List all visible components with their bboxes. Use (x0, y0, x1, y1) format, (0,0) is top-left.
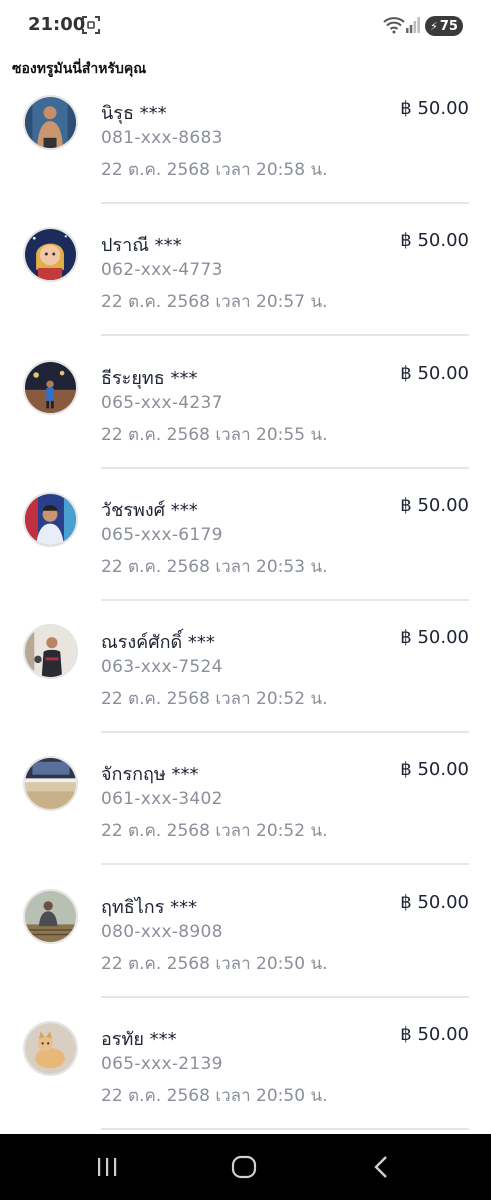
divider (101, 863, 469, 866)
sender-name: ปราณี *** (101, 235, 182, 257)
timestamp: 22 ต.ค. 2568 เวลา 20:50 น. (101, 953, 328, 974)
amount: ฿ 50.00 (400, 1024, 469, 1046)
cartoon-girl-avatar (23, 227, 78, 283)
screenshot-icon (82, 16, 100, 34)
sender-name: นิรุธ *** (101, 103, 167, 124)
amount: ฿ 50.00 (400, 759, 469, 781)
phone-number: 063-xxx-7524 (101, 657, 223, 678)
phone-number: 065-xxx-2139 (101, 1054, 223, 1075)
divider (101, 202, 469, 204)
phone-number: 061-xxx-3402 (101, 789, 223, 810)
list-item[interactable]: ธีระยุทธ *** ฿ 50.00 065-xxx-4237 22 ต.ค… (0, 349, 491, 481)
man-shirtless-avatar (23, 95, 78, 150)
back-button[interactable] (366, 1154, 396, 1180)
divider (101, 1128, 469, 1131)
phone-number: 080-xxx-8908 (101, 921, 223, 942)
timestamp: 22 ต.ค. 2568 เวลา 20:58 น. (101, 160, 328, 180)
status-bar: 21:00 ⚡ 75 (0, 0, 491, 52)
phone-number: 065-xxx-4237 (101, 392, 223, 413)
selfie-avatar (23, 491, 78, 547)
home-icon (231, 1155, 257, 1179)
sender-name: ธีระยุทธ *** (101, 367, 198, 389)
recent-apps-button[interactable] (92, 1154, 122, 1180)
section-title: ซองทรูมันนี่สำหรับคุณ (12, 61, 147, 77)
divider (101, 466, 469, 469)
amount: ฿ 50.00 (400, 230, 469, 252)
sender-name: วัชรพงศ์ *** (101, 499, 198, 521)
divider (101, 598, 469, 601)
battery-indicator: ⚡ 75 (425, 16, 463, 36)
charging-bolt-icon: ⚡ (430, 19, 438, 33)
wifi-icon (383, 17, 405, 34)
list-item[interactable]: วัชรพงศ์ *** ฿ 50.00 065-xxx-6179 22 ต.ค… (0, 481, 491, 613)
signal-icon (406, 17, 420, 33)
system-navigation-bar (0, 1134, 491, 1200)
list-item[interactable]: ณรงค์ศักดิ์ *** ฿ 50.00 063-xxx-7524 22 … (0, 613, 491, 745)
timestamp: 22 ต.ค. 2568 เวลา 20:55 น. (101, 424, 328, 445)
room-avatar (23, 756, 78, 812)
night-field-avatar (23, 359, 78, 415)
battery-level: 75 (439, 18, 458, 34)
list-item[interactable]: นิรุธ *** ฿ 50.00 081-xxx-8683 22 ต.ค. 2… (0, 84, 491, 216)
list-item[interactable]: ปราณี *** ฿ 50.00 062-xxx-4773 22 ต.ค. 2… (0, 216, 491, 348)
divider (101, 995, 469, 998)
phone-number: 065-xxx-6179 (101, 524, 223, 545)
sender-name: อรทัย *** (101, 1029, 177, 1051)
cat-avatar (23, 1021, 78, 1077)
phone-number: 081-xxx-8683 (101, 128, 223, 148)
timestamp: 22 ต.ค. 2568 เวลา 20:57 น. (101, 292, 328, 313)
sender-name: ฤทธิไกร *** (101, 896, 198, 918)
timestamp: 22 ต.ค. 2568 เวลา 20:52 น. (101, 821, 328, 842)
man-standing-avatar (23, 624, 78, 680)
gift-envelope-list: นิรุธ *** ฿ 50.00 081-xxx-8683 22 ต.ค. 2… (0, 84, 491, 1142)
recent-apps-icon (98, 1158, 117, 1176)
list-item[interactable]: จักรกฤษ *** ฿ 50.00 061-xxx-3402 22 ต.ค.… (0, 745, 491, 877)
amount: ฿ 50.00 (400, 494, 469, 516)
home-button[interactable] (229, 1154, 259, 1180)
sender-name: จักรกฤษ *** (101, 764, 199, 786)
man-sitting-avatar (23, 888, 78, 944)
amount: ฿ 50.00 (400, 362, 469, 384)
phone-number: 062-xxx-4773 (101, 260, 223, 281)
sender-name: ณรงค์ศักดิ์ *** (101, 632, 215, 654)
amount: ฿ 50.00 (400, 891, 469, 913)
amount: ฿ 50.00 (400, 627, 469, 649)
status-time: 21:00 (28, 14, 86, 35)
divider (101, 334, 469, 337)
amount: ฿ 50.00 (400, 98, 469, 119)
timestamp: 22 ต.ค. 2568 เวลา 20:52 น. (101, 689, 328, 710)
timestamp: 22 ต.ค. 2568 เวลา 20:50 น. (101, 1086, 328, 1107)
divider (101, 731, 469, 734)
list-item[interactable]: อรทัย *** ฿ 50.00 065-xxx-2139 22 ต.ค. 2… (0, 1010, 491, 1142)
list-item[interactable]: ฤทธิไกร *** ฿ 50.00 080-xxx-8908 22 ต.ค.… (0, 878, 491, 1010)
back-icon (374, 1156, 387, 1178)
timestamp: 22 ต.ค. 2568 เวลา 20:53 น. (101, 556, 328, 577)
